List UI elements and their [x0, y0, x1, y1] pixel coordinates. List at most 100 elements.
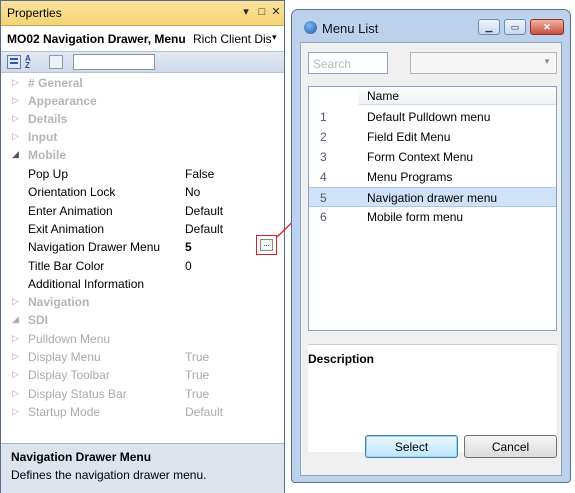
- property-name: Display Status Bar: [28, 387, 127, 401]
- ellipsis-highlight: ...: [256, 235, 277, 255]
- properties-search-input[interactable]: [73, 54, 155, 70]
- search-field[interactable]: [308, 52, 389, 74]
- item-name: Default Pulldown menu: [367, 110, 491, 124]
- list-item-selected[interactable]: 5 Navigation drawer menu: [309, 187, 556, 207]
- category-navigation[interactable]: ▷ Navigation: [1, 293, 284, 311]
- list-item[interactable]: 3 Form Context Menu: [309, 147, 556, 167]
- expand-arrow-icon: ▷: [12, 406, 19, 416]
- object-class: Rich Client Dis: [193, 32, 272, 46]
- category-general[interactable]: ▷ # General: [1, 74, 284, 92]
- category-details[interactable]: ▷ Details: [1, 110, 284, 128]
- object-selector[interactable]: MO02 Navigation Drawer, Menu Rich Client…: [1, 27, 284, 51]
- property-row: ▷ Pulldown Menu: [1, 330, 284, 348]
- chevron-down-icon[interactable]: ▾: [272, 32, 277, 43]
- expand-arrow-icon[interactable]: ▷: [12, 131, 19, 142]
- dropdown-arrow-icon[interactable]: ▾: [239, 5, 253, 19]
- close-icon[interactable]: ✕: [269, 5, 283, 19]
- category-label: Mobile: [28, 148, 66, 162]
- description-label: Description: [308, 352, 375, 366]
- property-row: ▷ Display Toolbar True: [1, 366, 284, 384]
- property-row[interactable]: Title Bar Color 0: [1, 257, 284, 275]
- properties-title: Properties: [7, 6, 62, 20]
- property-name: Startup Mode: [28, 405, 101, 419]
- property-pages-icon[interactable]: [49, 55, 63, 69]
- expand-arrow-icon: ▷: [12, 388, 19, 398]
- item-name: Navigation drawer menu: [367, 191, 498, 205]
- category-appearance[interactable]: ▷ Appearance: [1, 92, 284, 110]
- item-number: 6: [320, 210, 327, 224]
- alphabetical-sort-icon[interactable]: AZ: [25, 55, 39, 70]
- expand-arrow-icon: ▷: [12, 333, 19, 343]
- filter-dropdown[interactable]: ▼: [410, 52, 557, 74]
- restore-icon[interactable]: □: [255, 5, 269, 19]
- property-value[interactable]: 5: [185, 240, 192, 254]
- item-number: 5: [320, 191, 327, 205]
- property-row[interactable]: Pop Up False: [1, 165, 284, 183]
- expand-arrow-icon[interactable]: ▷: [12, 95, 19, 106]
- column-header-label: Name: [367, 89, 400, 103]
- property-row[interactable]: Enter Animation Default: [1, 202, 284, 220]
- category-mobile[interactable]: ◢ Mobile: [1, 146, 284, 164]
- property-name: Title Bar Color: [28, 259, 105, 273]
- property-value[interactable]: Default: [185, 204, 223, 218]
- property-value[interactable]: False: [185, 167, 214, 181]
- properties-panel: Properties ▾ □ ✕ MO02 Navigation Drawer,…: [0, 0, 285, 493]
- dialog-title-bar[interactable]: Menu List ▁ ▭ ✕: [292, 10, 570, 40]
- item-name: Mobile form menu: [367, 210, 464, 224]
- column-header-name[interactable]: Name: [359, 87, 556, 105]
- property-name: Pulldown Menu: [28, 332, 111, 346]
- property-name: Display Toolbar: [28, 368, 110, 382]
- property-value[interactable]: Default: [185, 222, 223, 236]
- expand-arrow-icon[interactable]: ▷: [12, 77, 19, 88]
- list-item[interactable]: 2 Field Edit Menu: [309, 127, 556, 147]
- collapse-arrow-icon[interactable]: ◢: [12, 149, 19, 160]
- close-icon[interactable]: ✕: [530, 19, 564, 35]
- cancel-button[interactable]: Cancel: [464, 435, 557, 458]
- item-number: 4: [320, 170, 327, 184]
- property-row[interactable]: Orientation Lock No: [1, 183, 284, 201]
- item-name: Menu Programs: [367, 170, 453, 184]
- dialog-title: Menu List: [322, 21, 379, 36]
- property-name: Orientation Lock: [28, 185, 116, 199]
- property-row[interactable]: Exit Animation Default: [1, 220, 284, 238]
- item-number: 1: [320, 110, 327, 124]
- list-item[interactable]: 6 Mobile form menu: [309, 207, 556, 227]
- ellipsis-button[interactable]: ...: [260, 239, 273, 251]
- category-label: # General: [28, 76, 83, 90]
- chevron-down-icon[interactable]: ▼: [543, 57, 551, 66]
- search-input[interactable]: [311, 54, 389, 74]
- app-logo-icon: [304, 21, 317, 34]
- property-name: Enter Animation: [28, 204, 113, 218]
- categorized-icon[interactable]: [7, 55, 21, 69]
- property-value: Default: [185, 405, 224, 419]
- collapse-arrow-icon[interactable]: ◢: [12, 314, 19, 325]
- expand-arrow-icon[interactable]: ▷: [12, 113, 19, 124]
- item-name: Field Edit Menu: [367, 130, 451, 144]
- property-name: Display Menu: [28, 350, 101, 364]
- menu-list: Name 1 Default Pulldown menu 2 Field Edi…: [308, 86, 557, 331]
- property-name: Additional Information: [28, 277, 145, 291]
- category-label: SDI: [28, 313, 49, 327]
- select-button[interactable]: Select: [365, 435, 458, 458]
- list-item[interactable]: 1 Default Pulldown menu: [309, 107, 556, 127]
- expand-arrow-icon[interactable]: ▷: [12, 296, 19, 307]
- property-row: ▷ Display Menu True: [1, 348, 284, 366]
- list-item[interactable]: 4 Menu Programs: [309, 167, 556, 187]
- dialog-client-area: ▼ Name 1 Default Pulldown menu 2 Field E…: [300, 42, 562, 476]
- property-value[interactable]: 0: [185, 259, 192, 273]
- minimize-icon[interactable]: ▁: [478, 19, 500, 35]
- properties-toolbar: AZ: [1, 51, 284, 73]
- property-value: True: [185, 368, 210, 382]
- property-name: Exit Animation: [28, 222, 105, 236]
- category-label: Input: [28, 130, 58, 144]
- category-sdi[interactable]: ◢ SDI: [1, 311, 284, 329]
- item-number: 3: [320, 150, 327, 164]
- property-row[interactable]: Additional Information: [1, 275, 284, 293]
- property-row-navigation-drawer-menu[interactable]: Navigation Drawer Menu 5: [1, 238, 284, 256]
- properties-title-bar: Properties ▾ □ ✕: [1, 1, 284, 26]
- description-text: Defines the navigation drawer menu.: [11, 468, 207, 482]
- property-value: True: [185, 387, 210, 401]
- category-input[interactable]: ▷ Input: [1, 128, 284, 146]
- maximize-icon[interactable]: ▭: [504, 19, 526, 35]
- property-value[interactable]: No: [185, 185, 200, 199]
